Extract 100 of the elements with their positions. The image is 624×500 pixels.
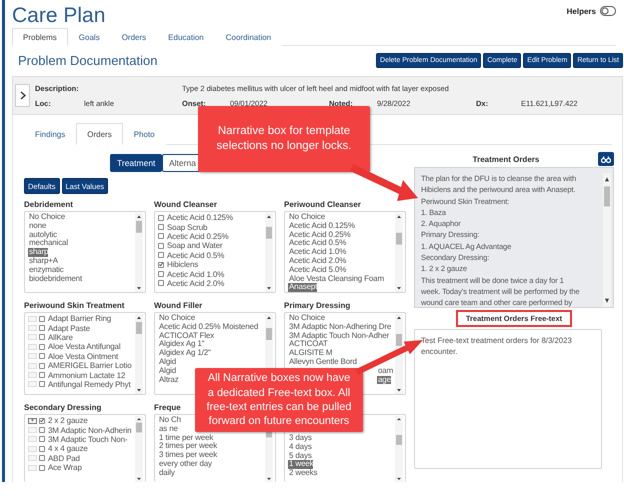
list-option[interactable]: No Choice (288, 213, 326, 222)
list-option[interactable]: Acetic Acid 2.0% (288, 256, 346, 266)
list-option[interactable]: Acetic Acid 0.5% (288, 239, 346, 248)
tab[interactable]: Problems (12, 28, 68, 46)
list-option[interactable]: Algid (158, 366, 176, 376)
checkbox[interactable] (39, 446, 45, 452)
list-option[interactable]: No Ch (158, 416, 181, 425)
list-option[interactable]: Allevyn Gentle Bord (288, 358, 357, 367)
list-option[interactable]: 2 times per week (158, 442, 218, 452)
list-option[interactable]: as ne (158, 424, 178, 434)
list-option[interactable]: 3 days (288, 434, 312, 443)
checkbox[interactable] (39, 427, 45, 434)
list-option[interactable]: Anasept (288, 283, 318, 292)
expander-box (28, 372, 37, 378)
list-option[interactable]: 1 week (288, 460, 314, 470)
list-option[interactable]: Acetic Acid 0.25% Moistened (158, 322, 258, 332)
list-option[interactable]: sharp (28, 248, 48, 257)
list-option[interactable]: Algidex Ag 1" (158, 340, 204, 350)
list-box[interactable]: No Choice none autolytic mechanical sharp sharp+A enzymatic biodebridement (24, 211, 146, 293)
scrollbar[interactable] (265, 213, 273, 292)
scrollbar[interactable] (135, 314, 143, 394)
expander-box (28, 381, 37, 388)
list-box[interactable]: No Choice Acetic Acid 0.125% Acetic Acid 0.25% Acetic Acid 0.5% Acetic Acid 1.0% Acetic Acid 2.0% Acetic Acid 5.0% Aloe Vesta Cleansing Foam Anasept (284, 211, 406, 293)
checkbox[interactable] (39, 353, 45, 360)
list-box[interactable]: Acetic Acid 0.125% Soap Scrub Acetic Acid 0.25% Soap and Water Acetic Acid 0.5% Hibiclens Acetic Acid 1.0% Acetic Acid 2.0% (154, 211, 276, 293)
option-label: Acetic Acid 2.0% (167, 278, 224, 288)
list-option[interactable]: Acetic Acid 0.25% (288, 230, 350, 240)
checkbox[interactable] (158, 233, 164, 240)
list-option[interactable]: 3 times per week (158, 451, 218, 460)
list-option[interactable]: ACTICOAT (288, 340, 328, 350)
list-option[interactable]: enzymatic (28, 266, 64, 275)
scrollbar[interactable] (135, 416, 143, 482)
list-option[interactable]: 3M Adaptic Non-Adhering Dre (288, 322, 392, 332)
scrollbar[interactable] (395, 416, 403, 482)
checkbox[interactable] (39, 455, 45, 462)
checkbox[interactable] (39, 344, 45, 350)
mode-button[interactable]: Treatment (110, 154, 162, 172)
annotation-tooltip: All Narrative boxes now have a dedicated Free-text box. All free-text entries can be pulled forward on future encounters (195, 368, 363, 432)
checkbox[interactable] (39, 334, 45, 340)
binoculars-button[interactable] (598, 152, 614, 166)
checkbox[interactable] (158, 262, 164, 268)
list-title: Wound Cleanser (154, 200, 217, 208)
checkbox[interactable] (158, 242, 164, 249)
list-option[interactable]: 3M Adaptic Touch Non-Adher (288, 332, 390, 340)
scrollbar[interactable] (135, 213, 143, 292)
list-option[interactable]: biodebridement (28, 274, 82, 284)
option-label: Acetic Acid 0.5% (167, 250, 224, 260)
option-label: Acetic Acid 0.125% (167, 213, 233, 222)
list-option[interactable]: none (28, 222, 46, 231)
list-title: Wound Filler (154, 300, 202, 310)
checkbox[interactable] (39, 325, 45, 332)
list-option[interactable]: Aloe Vesta Cleansing Foam (288, 274, 384, 284)
list-option[interactable]: Algidex Ag 1/2" (158, 349, 211, 358)
list-title: Secondary Dressing (24, 402, 102, 412)
list-option[interactable]: autolytic (28, 230, 57, 240)
list-option[interactable]: sharp+A (28, 256, 58, 266)
list-option[interactable]: ACTICOAT Flex (158, 332, 214, 340)
expand-button[interactable] (15, 84, 30, 107)
list-option[interactable]: 5 days (288, 452, 312, 460)
checkbox[interactable] (39, 381, 45, 388)
list-option[interactable]: No Choice (158, 314, 196, 323)
list-option[interactable]: Algid (158, 358, 176, 367)
list-option[interactable]: mechanical (28, 239, 68, 248)
checkbox[interactable] (39, 372, 45, 378)
list-option[interactable]: 4 days (288, 442, 312, 452)
list-option[interactable]: Acetic Acid 0.125% (288, 222, 355, 231)
option-label: Aloe Vesta Ointment (48, 352, 118, 361)
checkbox[interactable] (39, 418, 45, 424)
checkbox[interactable] (158, 271, 164, 278)
scrollbar[interactable] (603, 173, 611, 307)
scrollbar[interactable] (395, 213, 403, 292)
narrative-box[interactable] (414, 167, 614, 308)
list-option[interactable]: Acetic Acid 5.0% (288, 266, 346, 275)
checkbox[interactable] (158, 280, 164, 286)
scrollbar[interactable] (395, 314, 403, 394)
list-option[interactable]: every other day (158, 460, 212, 469)
checkbox[interactable] (39, 362, 45, 369)
checkbox[interactable] (39, 436, 45, 442)
checkbox[interactable] (39, 464, 45, 471)
list-option[interactable]: daily (158, 468, 175, 478)
list-option[interactable]: No Choice (28, 213, 66, 222)
checkbox[interactable] (158, 214, 164, 221)
list-option[interactable]: oam (377, 366, 394, 376)
toggle-switch[interactable] (600, 6, 616, 16)
option-label: Ace Wrap (48, 463, 82, 472)
list-option[interactable]: Acetic Acid 1.0% (288, 248, 346, 257)
list-option[interactable]: 2 weeks (288, 469, 318, 478)
list-option[interactable]: Altraz (158, 376, 179, 384)
checkbox[interactable] (158, 224, 164, 230)
list-option[interactable]: No Choice (288, 314, 326, 323)
list-option[interactable]: 1 time per week (158, 434, 214, 442)
option-label: Aloe Vesta Antifungal (48, 342, 120, 352)
checkbox[interactable] (39, 316, 45, 322)
list-option[interactable]: ALGISITE M (288, 349, 332, 358)
checkmark-icon (159, 262, 163, 268)
tab[interactable]: Orders (76, 123, 123, 145)
list-option[interactable]: age (377, 376, 391, 384)
list-box[interactable]: Adapt Barrier Ring Adapt Paste AllKare Aloe Vesta Antifungal Aloe Vesta Ointment AMERIGEL Barrier Lotio Ammonium Lactate 12 Antifungal Remedy Phyt (24, 312, 146, 395)
checkbox[interactable] (158, 252, 164, 258)
option-label: 2 x 2 gauze (48, 416, 88, 426)
